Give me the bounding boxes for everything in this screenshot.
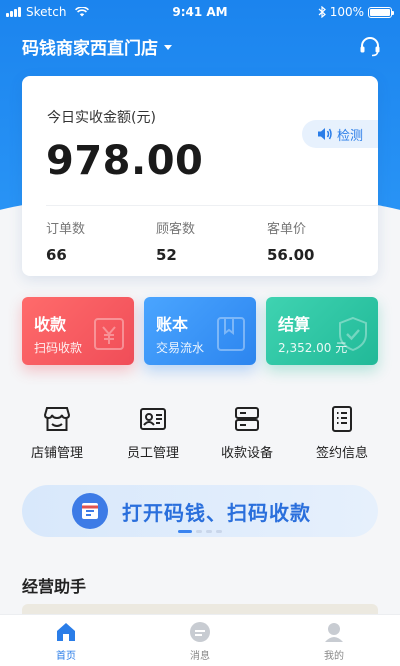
tab-home[interactable]: 首页	[26, 621, 106, 662]
stat-orders: 订单数 66	[46, 218, 85, 264]
speaker-icon	[317, 128, 332, 140]
menu-contract-info[interactable]: 签约信息	[302, 405, 382, 461]
section-title: 经营助手	[22, 577, 87, 596]
device-icon	[235, 407, 259, 431]
menu-label: 签约信息	[315, 446, 368, 461]
summary-amount: 978.00	[46, 138, 204, 184]
tab-label: 消息	[190, 651, 210, 662]
header: 码钱商家西直门店	[22, 34, 382, 60]
stat-label: 顾客数	[156, 222, 196, 237]
tab-profile[interactable]: 我的	[294, 621, 374, 662]
stat-customers: 顾客数 52	[156, 218, 195, 264]
book-icon	[217, 317, 245, 351]
battery-percent: 100%	[329, 5, 364, 19]
store-selector[interactable]: 码钱商家西直门店	[22, 34, 172, 59]
tab-bar: 首页 消息 我的	[0, 614, 400, 666]
stat-avg-price: 客单价 56.00	[267, 218, 314, 264]
bluetooth-icon	[318, 6, 326, 18]
menu-store-management[interactable]: 店铺管理	[17, 405, 97, 461]
caret-down-icon	[164, 45, 172, 50]
tab-label: 我的	[324, 651, 344, 662]
tile-collect[interactable]: 收款 扫码收款	[22, 297, 134, 365]
headset-icon[interactable]	[358, 34, 382, 58]
home-icon	[57, 623, 75, 641]
carousel-indicator	[178, 530, 222, 533]
stat-value: 66	[46, 246, 67, 264]
stat-value: 56.00	[267, 246, 315, 264]
yuan-icon	[94, 318, 124, 350]
store-icon	[43, 407, 71, 431]
stat-value: 52	[156, 246, 177, 264]
menu-label: 店铺管理	[30, 446, 83, 461]
stat-label: 订单数	[46, 222, 86, 237]
summary-card: 今日实收金额(元) 978.00 检测 订单数 66 顾客数 52 客单价 56…	[22, 76, 378, 276]
detect-button[interactable]: 检测	[302, 120, 378, 148]
message-icon	[190, 622, 210, 642]
user-icon	[325, 623, 343, 642]
summary-label: 今日实收金额(元)	[47, 110, 156, 126]
menu-label: 员工管理	[126, 446, 179, 461]
menu-payment-device[interactable]: 收款设备	[207, 405, 287, 461]
contract-icon	[332, 406, 352, 432]
banner-text: 打开码钱、扫码收款	[122, 500, 311, 525]
stat-label: 客单价	[267, 222, 307, 237]
shield-check-icon	[339, 316, 367, 352]
staff-card-icon	[140, 408, 166, 430]
detect-label: 检测	[336, 128, 363, 144]
tile-settle[interactable]: 结算 2,352.00 元	[266, 297, 378, 365]
tab-label: 首页	[56, 651, 76, 662]
store-name: 码钱商家西直门店	[22, 39, 158, 59]
tile-ledger[interactable]: 账本 交易流水	[144, 297, 256, 365]
status-right: 100%	[318, 5, 394, 19]
battery-icon	[368, 6, 394, 18]
card-divider	[46, 205, 378, 206]
menu-label: 收款设备	[220, 446, 273, 461]
scan-shop-icon	[72, 493, 108, 529]
tab-messages[interactable]: 消息	[160, 621, 240, 662]
status-bar: Sketch 9:41 AM 100%	[0, 0, 400, 24]
menu-staff-management[interactable]: 员工管理	[113, 405, 193, 461]
